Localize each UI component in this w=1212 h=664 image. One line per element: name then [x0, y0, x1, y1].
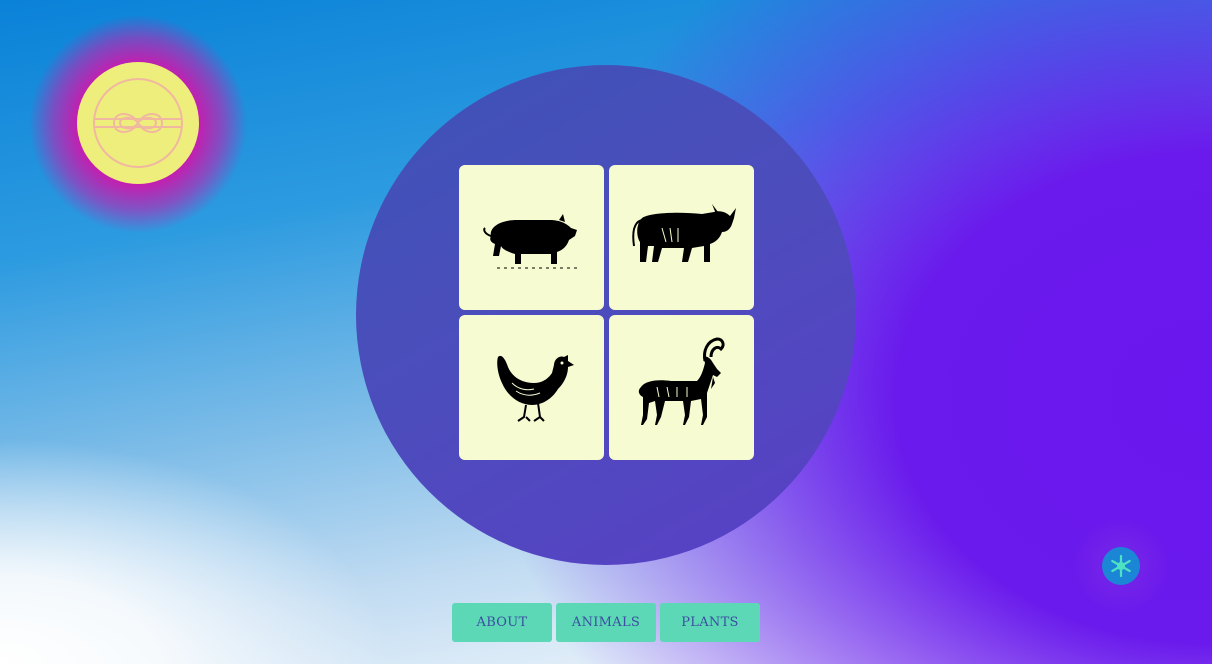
animal-grid	[459, 165, 754, 460]
knot-logo-icon	[93, 78, 183, 168]
goat-icon	[638, 336, 725, 425]
bull-icon	[631, 203, 736, 262]
site-logo[interactable]	[77, 62, 199, 184]
tile-pig[interactable]	[459, 165, 604, 310]
help-button[interactable]	[1102, 547, 1140, 585]
hen-icon	[496, 354, 574, 422]
snowflake-icon	[1111, 554, 1131, 578]
tile-hen[interactable]	[459, 315, 604, 460]
tile-goat[interactable]	[609, 315, 754, 460]
animals-button[interactable]: ANIMALS	[556, 603, 656, 642]
tile-bull[interactable]	[609, 165, 754, 310]
about-button[interactable]: ABOUT	[452, 603, 552, 642]
pig-icon	[482, 213, 577, 268]
plants-button[interactable]: PLANTS	[660, 603, 760, 642]
main-nav: ABOUT ANIMALS PLANTS	[452, 603, 760, 642]
